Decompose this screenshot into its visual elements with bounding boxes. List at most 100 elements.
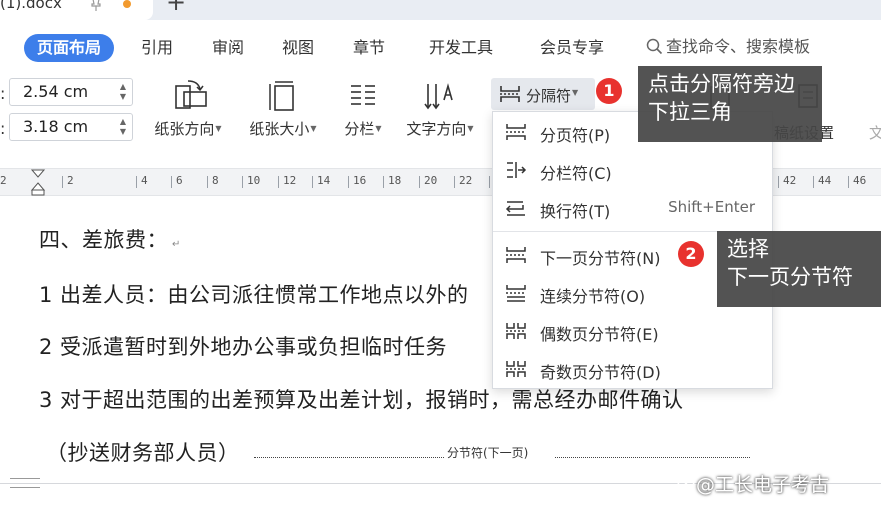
step-2-tooltip-line1: 选择 (727, 237, 769, 261)
step-1-tooltip: 点击分隔符旁边 下拉三角 (638, 66, 822, 142)
ruler-tick (848, 176, 849, 188)
menu-member[interactable]: 会员专享 (540, 37, 604, 59)
orientation-label: 纸张方向 (154, 120, 215, 138)
line-break-shortcut: Shift+Enter (668, 198, 755, 216)
text-direction-label: 文字方向 (406, 120, 467, 138)
step-1-tooltip-line1: 点击分隔符旁边 (648, 72, 795, 96)
dropdown-item-line-break-label: 换行符(T) (540, 202, 611, 221)
ruler-number: 2 (67, 174, 74, 187)
new-tab-button[interactable]: + (166, 0, 186, 14)
doc-line-4: （抄送财务部人员） (46, 441, 240, 465)
ruler-number: 44 (818, 174, 832, 187)
top-margin-label: : (0, 84, 6, 103)
watermark-text: @工长电子考古 (696, 474, 830, 496)
unsaved-dot-icon (123, 0, 131, 8)
ruler-tick (207, 176, 208, 188)
step-2-badge: 2 (678, 241, 704, 267)
doc-line-2: 2 受派遣暂时到外地办公事或负担临时任务 (39, 335, 448, 359)
ruler-number: 46 (853, 174, 867, 187)
paper-size-label: 纸张大小 (249, 120, 310, 138)
document-tab[interactable]: (1).docx (0, 0, 153, 20)
author-watermark: @工长电子考古 (676, 470, 829, 497)
top-margin-stepper-icon[interactable]: ▲ ▼ (120, 82, 126, 102)
ruler-number: 16 (353, 174, 367, 187)
ruler-tick (778, 176, 779, 188)
document-tab-title: (1).docx (0, 0, 62, 12)
section-break-label: 分节符(下一页) (447, 446, 529, 460)
columns-button[interactable]: 分栏▼ (336, 78, 390, 139)
columns-caret-icon: ▼ (375, 124, 382, 133)
dropdown-item-odd-page-section-break-label: 奇数页分节符(D) (540, 363, 661, 382)
bottom-margin-input[interactable]: 3.18 cm ▲ ▼ (9, 113, 133, 141)
dropdown-item-odd-page-section-break[interactable]: 奇数页分节符(D) (493, 351, 772, 387)
section-break-rule-left (254, 457, 444, 458)
ruler-tick (383, 176, 384, 188)
paper-size-button[interactable]: 纸张大小▼ (241, 78, 325, 139)
paper-size-icon (269, 81, 294, 111)
orientation-icon (175, 80, 207, 109)
dropdown-item-next-page-section-break-label: 下一页分节符(N) (540, 249, 661, 268)
ruler-number: 4 (141, 174, 148, 187)
bottom-margin-stepper-icon[interactable]: ▲ ▼ (120, 117, 126, 137)
orientation-caret-icon: ▼ (215, 124, 222, 133)
doc-heading-line: 四、差旅费： ↵ (39, 224, 181, 254)
ruler-number: 10 (247, 174, 261, 187)
doc-line-1: 1 出差人员：由公司派往惯常工作地点以外的 (39, 283, 469, 307)
menu-page-layout[interactable]: 页面布局 (24, 34, 115, 62)
separator-button[interactable]: 分隔符 ▼ (491, 78, 595, 110)
search-icon (646, 38, 663, 55)
ruler-number: 20 (424, 174, 438, 187)
title-bar: (1).docx + (0, 0, 881, 20)
ruler-number: 6 (176, 174, 183, 187)
dropdown-item-column-break-label: 分栏符(C) (540, 164, 612, 183)
paper-size-caret-icon: ▼ (310, 124, 317, 133)
ruler-number: 8 (212, 174, 219, 187)
dropdown-item-even-page-section-break[interactable]: 偶数页分节符(E) (493, 313, 772, 349)
menu-developer-tools[interactable]: 开发工具 (429, 37, 493, 59)
ruler-tick (312, 176, 313, 188)
doc-heading-text: 四、差旅费： (39, 228, 168, 252)
indent-marker-icon[interactable] (30, 169, 46, 197)
menu-references[interactable]: 引用 (141, 37, 173, 59)
dropdown-item-line-break[interactable]: 换行符(T) Shift+Enter (493, 190, 772, 226)
paragraph-mark-icon: ↵ (172, 239, 181, 250)
search-label: 查找命令、搜索模板 (666, 37, 811, 56)
odd-page-section-break-icon (506, 361, 526, 377)
text-direction-button[interactable]: 文字方向▼ (398, 78, 482, 139)
dropdown-item-even-page-section-break-label: 偶数页分节符(E) (540, 325, 659, 344)
overflow-tool-label[interactable]: 文 (869, 122, 881, 143)
ruler-tick (813, 176, 814, 188)
step-1-tooltip-line2: 下拉三角 (648, 100, 732, 124)
ruler-tick (171, 176, 172, 188)
command-search[interactable]: 查找命令、搜索模板 (646, 36, 810, 58)
pin-icon[interactable] (89, 0, 103, 12)
separator-dropdown-caret-icon[interactable]: ▼ (572, 88, 578, 97)
ruler-tick (489, 176, 490, 188)
ruler-tick (278, 176, 279, 188)
margin-marker (10, 478, 40, 488)
separator-icon (500, 86, 520, 102)
step-2-tooltip: 选择 下一页分节符 (717, 231, 881, 307)
page-break-icon (506, 124, 526, 140)
text-direction-icon (424, 83, 453, 110)
bottom-margin-label: : (0, 119, 6, 138)
ruler-number: 22 (459, 174, 473, 187)
menu-review[interactable]: 审阅 (212, 37, 244, 59)
ruler-number: 42 (783, 174, 797, 187)
top-margin-value: 2.54 cm (23, 82, 89, 101)
menu-view[interactable]: 视图 (282, 37, 314, 59)
menu-section[interactable]: 章节 (353, 37, 385, 59)
top-margin-input[interactable]: 2.54 cm ▲ ▼ (9, 78, 133, 106)
columns-label: 分栏 (344, 120, 375, 138)
orientation-button[interactable]: 纸张方向▼ (146, 78, 230, 139)
text-direction-caret-icon: ▼ (467, 124, 474, 133)
step-2-tooltip-line2: 下一页分节符 (727, 265, 853, 289)
column-break-icon (507, 162, 527, 178)
ruler-number: 2 (0, 174, 7, 187)
separator-label: 分隔符 (526, 87, 572, 105)
ruler-number: 14 (317, 174, 331, 187)
continuous-section-break-icon (506, 285, 526, 302)
ruler-number: 12 (283, 174, 297, 187)
dropdown-item-column-break[interactable]: 分栏符(C) (493, 152, 772, 188)
ruler-tick (419, 176, 420, 188)
